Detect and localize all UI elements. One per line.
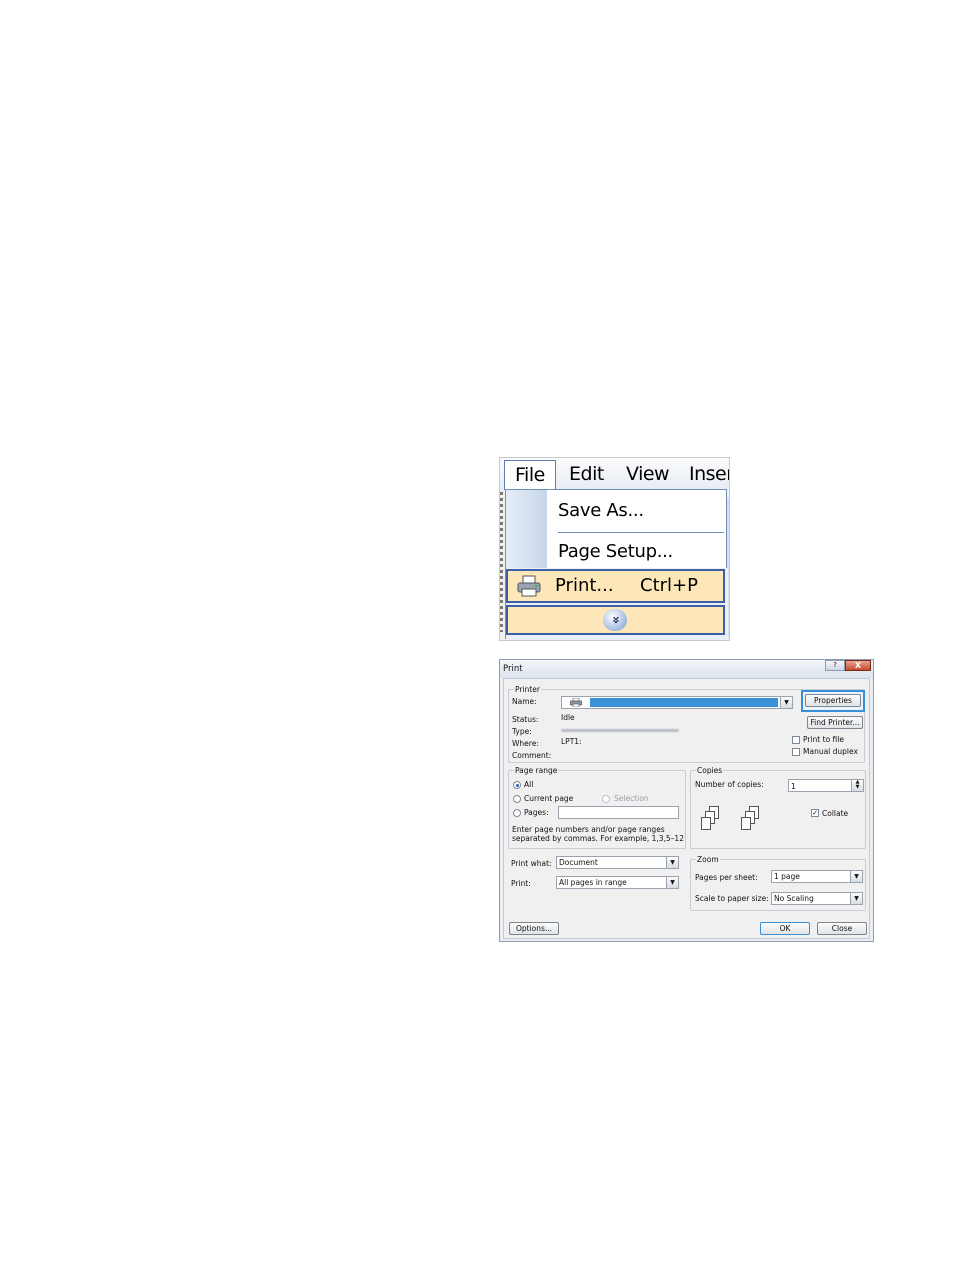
file-menu-screenshot: File Edit View Inser Save As... Page Set… (499, 457, 730, 641)
chevron-down-icon[interactable]: ▼ (666, 857, 678, 868)
menu-file-label: File (515, 464, 545, 486)
titlebar-buttons: ? X (825, 660, 871, 671)
copies-number-label: Number of copies: (695, 780, 764, 789)
menu-bar: File Edit View Inser (500, 458, 729, 490)
pages-per-sheet-value: 1 page (774, 872, 800, 881)
where-label: Where: (512, 739, 539, 748)
where-value: LPT1: (561, 737, 582, 746)
range-hint-line1: Enter page numbers and/or page ranges (512, 825, 665, 834)
toolbar-grip (500, 492, 503, 632)
dialog-titlebar: Print ? X (500, 660, 873, 678)
range-selection-radio[interactable] (602, 795, 610, 803)
zoom-group-label: Zoom (696, 855, 720, 864)
expand-chevron-icon[interactable]: » (603, 609, 627, 631)
page-range-group: Page range All Current page Selection Pa… (508, 766, 686, 849)
printer-group-label: Printer (514, 685, 541, 694)
printer-group: Printer Name: ▼ Status: Idle Type: Where… (508, 685, 865, 763)
status-label: Status: (512, 715, 539, 724)
print-range-value: All pages in range (559, 878, 627, 887)
ok-button[interactable]: OK (760, 922, 810, 935)
collate-checkbox[interactable]: ✓ (811, 809, 819, 817)
print-label: Print... (555, 575, 614, 596)
printer-icon (570, 698, 582, 707)
menu-insert[interactable]: Inser (689, 463, 729, 485)
range-current-radio[interactable] (513, 795, 521, 803)
copies-value: 1 (791, 782, 796, 791)
copies-group-label: Copies (696, 766, 724, 775)
range-hint-line2: separated by commas. For example, 1,3,5–… (512, 834, 684, 843)
collate-page-icon (741, 817, 751, 830)
printer-icon (517, 575, 541, 597)
print-to-file-label: Print to file (803, 735, 844, 744)
manual-duplex-label: Manual duplex (803, 747, 858, 756)
print-what-label: Print what: (511, 859, 552, 868)
range-pages-radio[interactable] (513, 809, 521, 817)
collate-page-icon (701, 817, 711, 830)
printer-name-select[interactable]: ▼ (561, 696, 793, 709)
pages-per-sheet-label: Pages per sheet: (695, 873, 758, 882)
menu-file[interactable]: File (504, 460, 556, 490)
chevron-down-icon[interactable]: ▼ (780, 697, 792, 708)
dialog-body: Printer Name: ▼ Status: Idle Type: Where… (503, 678, 870, 939)
options-button[interactable]: Options... (509, 922, 559, 935)
find-printer-button[interactable]: Find Printer... (807, 716, 863, 729)
range-current-label: Current page (524, 794, 574, 803)
type-label: Type: (512, 727, 532, 736)
status-value: Idle (561, 713, 575, 722)
scale-select[interactable]: No Scaling ▼ (771, 892, 863, 905)
file-dropdown: Save As... Page Setup... Print... Ctrl+P… (505, 489, 728, 640)
type-value-redacted (561, 729, 679, 732)
collate-label: Collate (822, 809, 849, 818)
help-button[interactable]: ? (825, 660, 845, 671)
print-to-file-checkbox[interactable] (792, 736, 800, 744)
print-what-value: Document (559, 858, 598, 867)
scale-label: Scale to paper size: (695, 894, 769, 903)
printer-name-selected (590, 698, 778, 707)
menu-edit[interactable]: Edit (569, 463, 604, 485)
close-icon[interactable]: X (845, 660, 871, 671)
pages-per-sheet-select[interactable]: 1 page ▼ (771, 870, 863, 883)
copies-group: Copies Number of copies: 1 ▲ ▼ ✓ Collate (690, 766, 866, 849)
scale-value: No Scaling (774, 894, 814, 903)
menu-item-page-setup[interactable]: Page Setup... (558, 541, 673, 562)
print-dialog: Print ? X Printer Name: ▼ Status: Idle T… (499, 659, 874, 942)
range-pages-label: Pages: (524, 808, 549, 817)
name-label: Name: (512, 697, 537, 706)
copies-spinner[interactable]: 1 ▲ ▼ (788, 779, 864, 792)
comment-label: Comment: (512, 751, 552, 760)
range-all-radio[interactable] (513, 781, 521, 789)
print-shortcut: Ctrl+P (640, 575, 698, 596)
range-all-label: All (524, 780, 534, 789)
zoom-group: Zoom Pages per sheet: 1 page ▼ Scale to … (690, 855, 866, 911)
print-range-select[interactable]: All pages in range ▼ (556, 876, 679, 889)
chevron-down-icon[interactable]: ▼ (850, 871, 862, 882)
dialog-title: Print (503, 664, 523, 674)
chevron-down-icon[interactable]: ▼ (666, 877, 678, 888)
menu-view[interactable]: View (626, 463, 670, 485)
close-button[interactable]: Close (817, 922, 867, 935)
menu-item-print[interactable]: Print... Ctrl+P (506, 569, 725, 603)
expand-glyph: » (608, 615, 623, 625)
range-selection-label: Selection (614, 794, 649, 803)
pages-input[interactable] (558, 806, 679, 819)
print-what-select[interactable]: Document ▼ (556, 856, 679, 869)
menu-expand-row[interactable]: » (506, 605, 725, 635)
menu-separator (558, 532, 724, 533)
page-range-group-label: Page range (514, 766, 559, 775)
manual-duplex-checkbox[interactable] (792, 748, 800, 756)
properties-button[interactable]: Properties (805, 694, 861, 707)
menu-icon-gutter (506, 490, 547, 570)
chevron-down-icon[interactable]: ▼ (850, 893, 862, 904)
spinner-arrows-icon[interactable]: ▲ ▼ (851, 780, 863, 791)
menu-item-save-as[interactable]: Save As... (558, 500, 644, 521)
print-range-label: Print: (511, 879, 531, 888)
